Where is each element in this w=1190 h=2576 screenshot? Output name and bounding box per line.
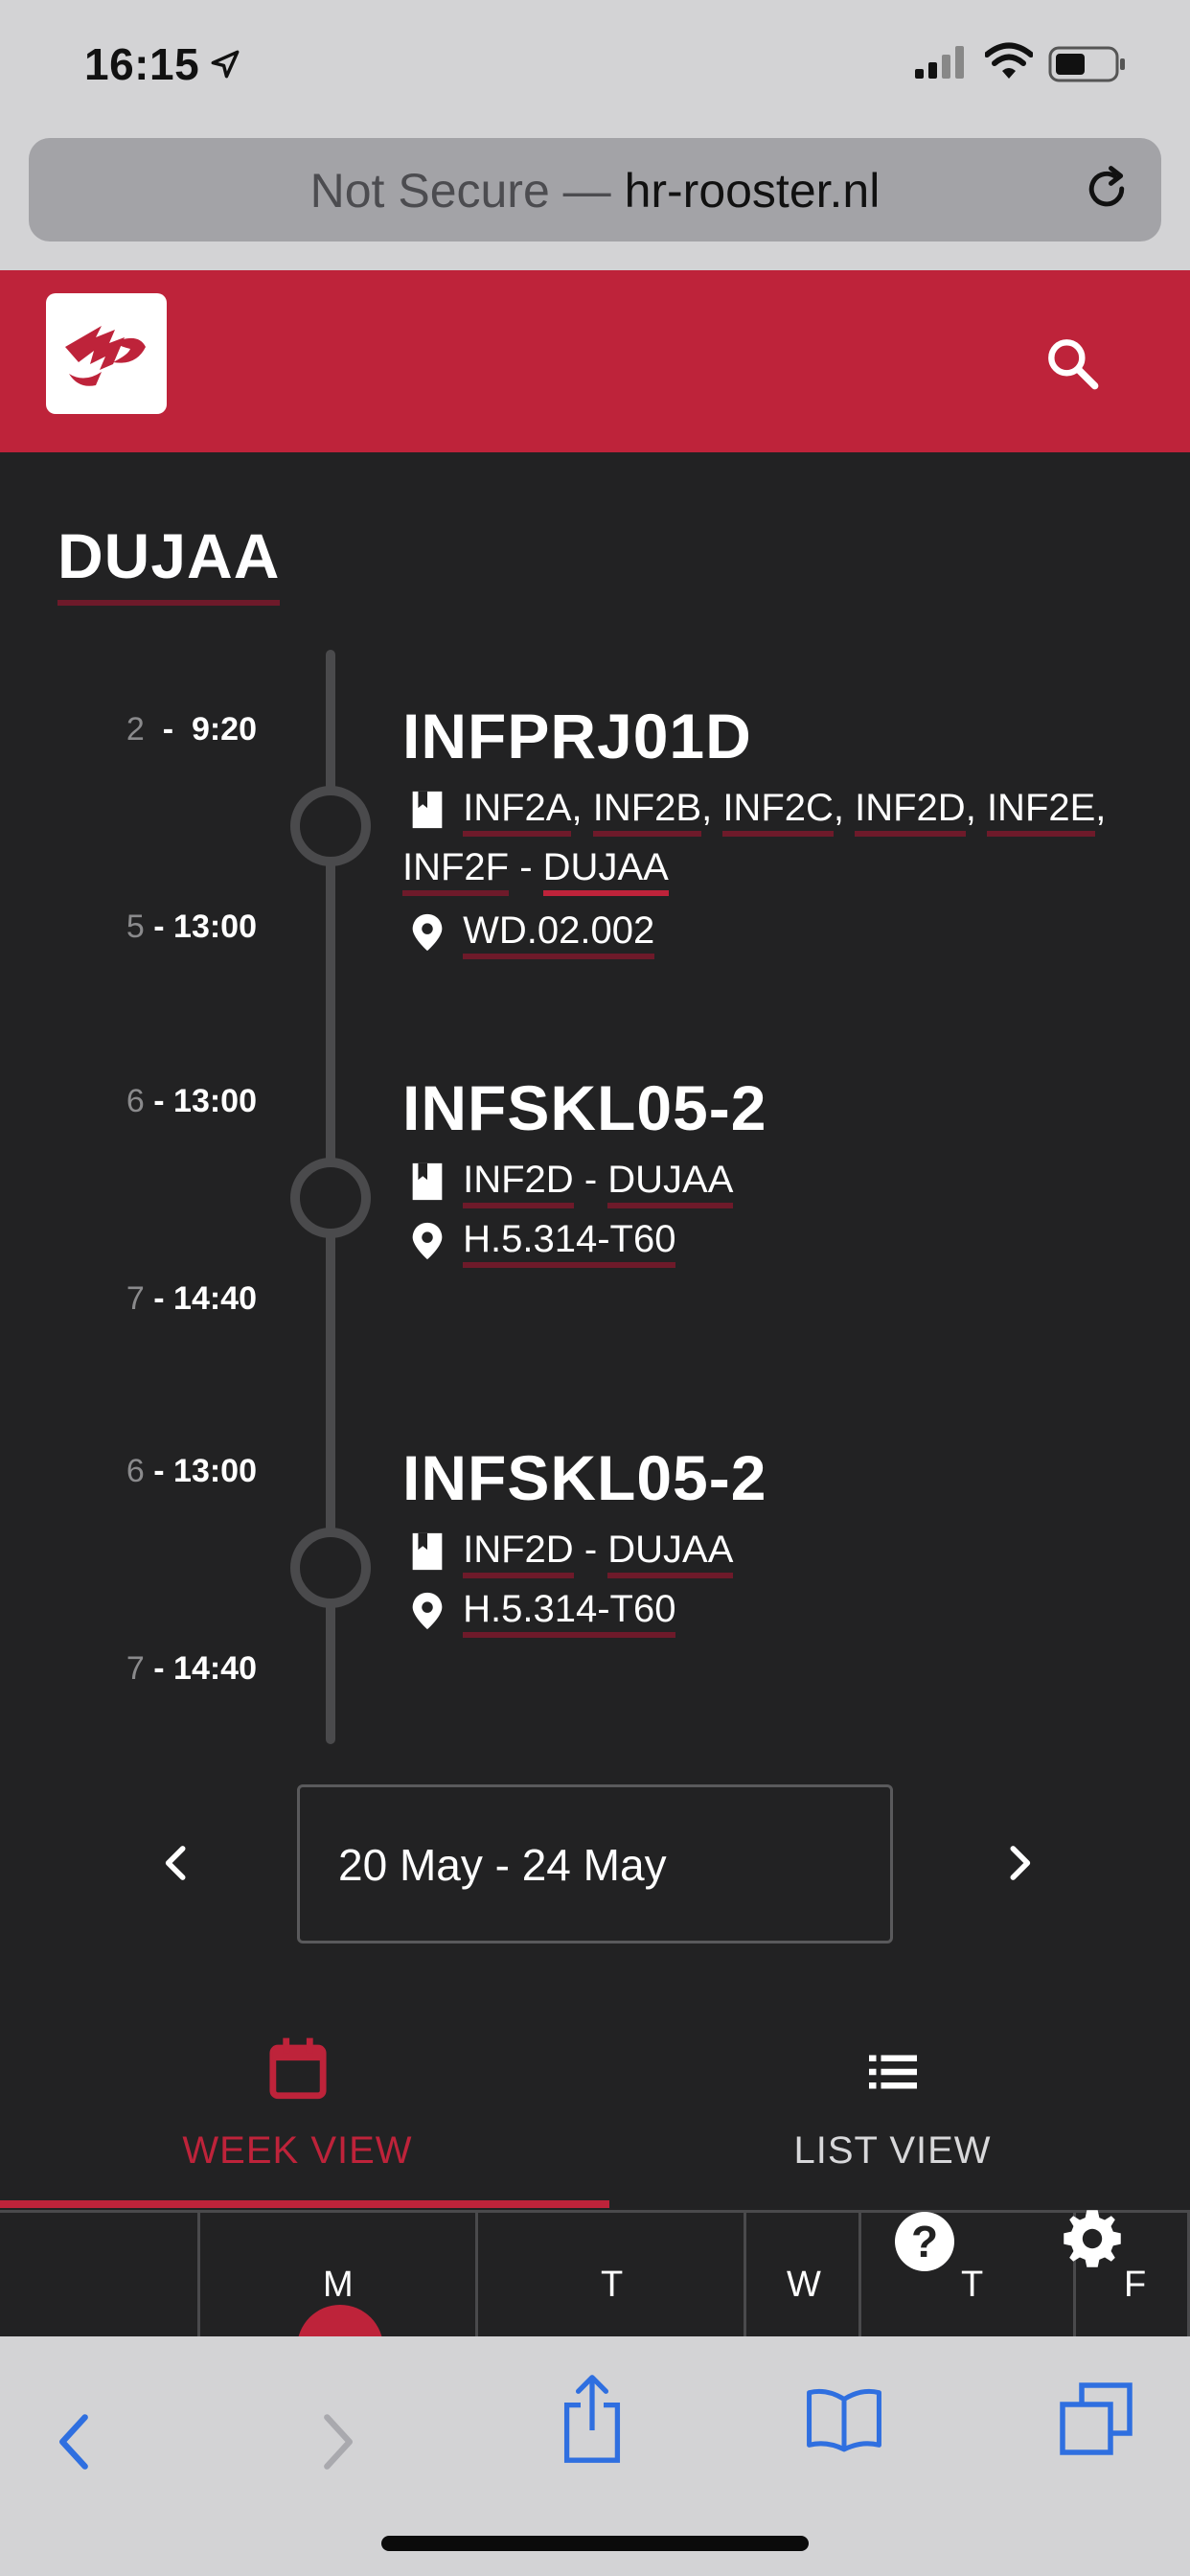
event-room: WD.02.002 [402, 901, 655, 960]
event-classes: INF2D - DUJAA [402, 1150, 734, 1209]
event-start-time: 2 - 9:20 [126, 711, 257, 748]
tab-label: LIST VIEW [793, 2129, 992, 2172]
help-icon[interactable]: ? [895, 2212, 954, 2271]
period-number: 2 [126, 711, 145, 748]
class-link[interactable]: INF2A [463, 787, 572, 837]
event-end-time: 7 - 14:40 [126, 1650, 257, 1687]
day-column-thursday[interactable]: T [858, 2213, 1075, 2339]
class-link[interactable]: INF2E [986, 787, 1096, 837]
book-icon [412, 1163, 443, 1201]
timeline-node [290, 1528, 371, 1608]
location-pin-icon [412, 1593, 443, 1630]
teacher-link[interactable]: DUJAA [542, 846, 669, 896]
app-logo[interactable] [46, 293, 167, 414]
class-link[interactable]: INF2F [402, 846, 510, 896]
time-value: 13:00 [173, 908, 257, 945]
time-value: 14:40 [173, 1650, 257, 1687]
address-bar[interactable]: Not Secure — hr-rooster.nl [29, 138, 1161, 242]
week-range-text: 20 May - 24 May [338, 1840, 667, 1890]
week-range-selector[interactable]: 20 May - 24 May [297, 1784, 893, 1944]
day-letter: T [601, 2265, 624, 2305]
event-start-time: 6 - 13:00 [126, 1453, 257, 1489]
back-icon[interactable] [54, 2411, 96, 2472]
day-column-tuesday[interactable]: T [475, 2213, 745, 2339]
page-title: DUJAA [57, 519, 281, 606]
share-icon[interactable] [558, 2371, 627, 2467]
wifi-icon [985, 42, 1033, 79]
forward-icon[interactable] [316, 2411, 358, 2472]
event-end-time: 7 - 14:40 [126, 1280, 257, 1317]
book-icon [412, 1533, 443, 1571]
room-link[interactable]: H.5.314-T60 [463, 1218, 676, 1268]
tabs-icon[interactable] [1058, 2380, 1134, 2457]
day-letter: M [323, 2265, 354, 2305]
battery-icon [1048, 46, 1125, 82]
period-number: 5 [126, 908, 145, 945]
list-icon [868, 2055, 917, 2089]
app-header [0, 270, 1190, 452]
next-week-icon[interactable] [1000, 1844, 1039, 1882]
time-value: 13:00 [173, 1453, 257, 1489]
day-header-row: M T W T F [0, 2210, 1190, 2391]
location-pin-icon [412, 1223, 443, 1260]
period-number: 7 [126, 1650, 145, 1687]
event-room: H.5.314-T60 [402, 1209, 676, 1269]
security-label: Not Secure — [309, 164, 611, 218]
event-title[interactable]: INFPRJ01D [402, 700, 752, 772]
period-number: 6 [126, 1453, 145, 1489]
class-link[interactable]: INF2D [855, 787, 966, 837]
event-title[interactable]: INFSKL05-2 [402, 1071, 767, 1144]
time-value: 13:00 [173, 1083, 257, 1119]
home-indicator [381, 2536, 809, 2551]
address-text[interactable]: Not Secure — hr-rooster.nl [29, 163, 1161, 218]
search-icon[interactable] [1042, 334, 1104, 395]
class-link[interactable]: INF2B [592, 787, 702, 837]
event-room: H.5.314-T60 [402, 1579, 676, 1639]
calendar-icon [268, 2037, 327, 2100]
event-title[interactable]: INFSKL05-2 [402, 1441, 767, 1514]
time-value: 9:20 [191, 711, 257, 748]
status-time: 16:15 [84, 39, 200, 89]
class-link[interactable]: INF2C [722, 787, 834, 837]
browser-toolbar: Not Secure — hr-rooster.nl [0, 134, 1190, 270]
reload-icon[interactable] [1081, 163, 1133, 215]
tab-label: WEEK VIEW [182, 2129, 413, 2172]
day-letter: F [1124, 2265, 1147, 2305]
tab-week-view[interactable]: WEEK VIEW [0, 2032, 595, 2210]
event-end-time: 5 - 13:00 [126, 908, 257, 945]
event-classes: INF2A, INF2B, INF2C, INF2D, INF2E, INF2F… [402, 778, 1131, 897]
cellular-signal-icon [915, 46, 964, 79]
logo-mark-icon [65, 326, 146, 386]
room-link[interactable]: H.5.314-T60 [463, 1588, 676, 1638]
teacher-link[interactable]: DUJAA [607, 1529, 734, 1578]
teacher-link[interactable]: DUJAA [607, 1159, 734, 1208]
status-bar: 16:15 [0, 0, 1190, 134]
book-icon [412, 792, 443, 829]
day-letter: W [787, 2265, 821, 2305]
timeline-node [290, 786, 371, 866]
day-column-monday[interactable]: M [197, 2213, 477, 2339]
active-tab-indicator [0, 2200, 609, 2208]
timeline-node [290, 1158, 371, 1238]
browser-bottom-toolbar [0, 2336, 1190, 2576]
tab-list-view[interactable]: LIST VIEW [595, 2032, 1190, 2210]
previous-week-icon[interactable] [157, 1844, 195, 1882]
event-classes: INF2D - DUJAA [402, 1520, 734, 1579]
event-start-time: 6 - 13:00 [126, 1083, 257, 1119]
time-value: 14:40 [173, 1280, 257, 1317]
room-link[interactable]: WD.02.002 [463, 909, 655, 959]
day-column-wednesday[interactable]: W [744, 2213, 860, 2339]
class-link[interactable]: INF2D [463, 1159, 574, 1208]
location-arrow-icon [211, 50, 240, 79]
class-link[interactable]: INF2D [463, 1529, 574, 1578]
domain-label: hr-rooster.nl [624, 164, 881, 218]
period-number: 6 [126, 1083, 145, 1119]
period-number: 7 [126, 1280, 145, 1317]
gear-icon[interactable] [1060, 2206, 1125, 2271]
location-pin-icon [412, 914, 443, 952]
day-letter: T [961, 2265, 984, 2305]
bookmarks-icon[interactable] [805, 2384, 883, 2453]
